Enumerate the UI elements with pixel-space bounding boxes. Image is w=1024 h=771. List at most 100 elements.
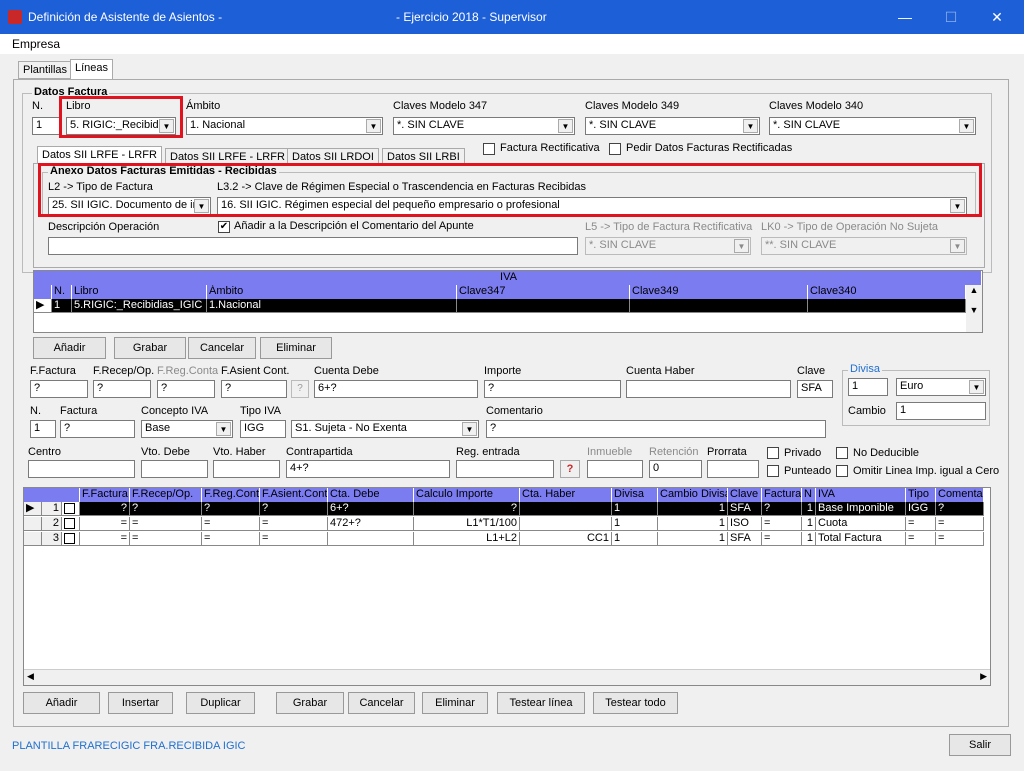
grid-cell[interactable]: ?: [80, 502, 130, 516]
grid-cell[interactable]: [520, 517, 612, 531]
eliminar-button[interactable]: Eliminar: [422, 692, 488, 714]
question-icon[interactable]: ?: [291, 380, 309, 398]
grid-cell[interactable]: 1: [612, 517, 658, 531]
help-icon[interactable]: ?: [560, 460, 580, 478]
grid-cell[interactable]: =: [80, 532, 130, 546]
tab-sii-lrdoi[interactable]: Datos SII LRDOI: [287, 148, 379, 164]
iva-grid-scrollbar[interactable]: ▲ ▼: [966, 285, 982, 332]
concepto-iva-select[interactable]: Base ▼: [141, 420, 233, 438]
lines-grid-hscrollbar[interactable]: ◀ ▶: [24, 669, 990, 685]
tab-sii-lrfe-1[interactable]: Datos SII LRFE - LRFR: [37, 146, 162, 164]
grid-cell[interactable]: ?: [202, 502, 260, 516]
factura-input[interactable]: ?: [60, 420, 135, 438]
row-checkbox[interactable]: [62, 532, 80, 546]
lk0-select[interactable]: **. SIN CLAVE ▼: [761, 237, 967, 255]
n-field[interactable]: 1: [32, 117, 60, 135]
grid-cell[interactable]: =: [260, 517, 328, 531]
grabar-button[interactable]: Grabar: [276, 692, 344, 714]
retencion-input[interactable]: 0: [649, 460, 702, 478]
grid-cell[interactable]: [328, 532, 414, 546]
grid-cell[interactable]: 6+?: [328, 502, 414, 516]
insertar-button[interactable]: Insertar: [108, 692, 173, 714]
tipo-iva-select[interactable]: S1. Sujeta - No Exenta ▼: [291, 420, 479, 438]
grid-cell[interactable]: 1: [658, 502, 728, 516]
vto-debe-input[interactable]: [141, 460, 208, 478]
grid-cell[interactable]: ISO: [728, 517, 762, 531]
grid-cell[interactable]: IGG: [906, 502, 936, 516]
tipo-iva-code-input[interactable]: IGG: [240, 420, 286, 438]
contrapartida-input[interactable]: 4+?: [286, 460, 450, 478]
pedir-datos-checkbox[interactable]: [609, 143, 621, 155]
grid-cell[interactable]: 1: [802, 532, 816, 546]
row-checkbox[interactable]: [62, 502, 80, 516]
close-button[interactable]: ✕: [974, 0, 1020, 34]
reg-entrada-input[interactable]: [456, 460, 554, 478]
grid-cell[interactable]: ?: [936, 502, 984, 516]
grid-cell[interactable]: =: [202, 532, 260, 546]
tab-sii-lrfe-2[interactable]: Datos SII LRFE - LRFR: [165, 148, 290, 164]
cancelar-button[interactable]: Cancelar: [348, 692, 415, 714]
testear-linea-button[interactable]: Testear línea: [497, 692, 585, 714]
fregconta-input[interactable]: ?: [157, 380, 215, 398]
anadir-comentario-checkbox[interactable]: ✔: [218, 221, 230, 233]
iva-anadir-button[interactable]: Añadir: [33, 337, 106, 359]
grid-cell[interactable]: 472+?: [328, 517, 414, 531]
no-deducible-checkbox[interactable]: [836, 447, 848, 459]
cuenta-haber-input[interactable]: [626, 380, 791, 398]
n-row-input[interactable]: 1: [30, 420, 56, 438]
grid-cell[interactable]: =: [936, 517, 984, 531]
fasient-input[interactable]: ?: [221, 380, 287, 398]
inmueble-input[interactable]: [587, 460, 643, 478]
grid-cell[interactable]: =: [202, 517, 260, 531]
vto-haber-input[interactable]: [213, 460, 280, 478]
comentario-input[interactable]: ?: [486, 420, 826, 438]
divisa-number-input[interactable]: 1: [848, 378, 888, 396]
iva-grabar-button[interactable]: Grabar: [114, 337, 186, 359]
grid-cell[interactable]: L1*T1/100: [414, 517, 520, 531]
maximize-button[interactable]: ☐: [928, 0, 974, 34]
minimize-button[interactable]: —: [882, 0, 928, 34]
importe-input[interactable]: ?: [484, 380, 621, 398]
grid-cell[interactable]: =: [936, 532, 984, 546]
grid-cell[interactable]: =: [260, 532, 328, 546]
grid-cell[interactable]: Total Factura: [816, 532, 906, 546]
rectificativa-checkbox[interactable]: [483, 143, 495, 155]
privado-checkbox[interactable]: [767, 447, 779, 459]
frecep-input[interactable]: ?: [93, 380, 151, 398]
iva-eliminar-button[interactable]: Eliminar: [260, 337, 332, 359]
grid-cell[interactable]: SFA: [728, 502, 762, 516]
grid-cell[interactable]: =: [130, 517, 202, 531]
tab-plantillas[interactable]: Plantillas: [18, 61, 73, 79]
cambio-input[interactable]: 1: [896, 402, 986, 420]
grid-cell[interactable]: ?: [414, 502, 520, 516]
omitir-checkbox[interactable]: [836, 465, 848, 477]
grid-cell[interactable]: 1: [658, 517, 728, 531]
grid-cell[interactable]: =: [762, 517, 802, 531]
divisa-select[interactable]: Euro ▼: [896, 378, 986, 396]
c340-select[interactable]: *. SIN CLAVE ▼: [769, 117, 976, 135]
grid-cell[interactable]: 1: [658, 532, 728, 546]
tab-sii-lrbi[interactable]: Datos SII LRBI: [382, 148, 465, 164]
grid-cell[interactable]: L1+L2: [414, 532, 520, 546]
grid-cell[interactable]: [520, 502, 612, 516]
grid-cell[interactable]: 1: [612, 532, 658, 546]
grid-cell[interactable]: =: [130, 532, 202, 546]
grid-cell[interactable]: CC1: [520, 532, 612, 546]
prorrata-input[interactable]: [707, 460, 759, 478]
salir-button[interactable]: Salir: [949, 734, 1011, 756]
grid-cell[interactable]: ?: [260, 502, 328, 516]
ambito-select[interactable]: 1. Nacional ▼: [186, 117, 383, 135]
grid-cell[interactable]: Base Imponible: [816, 502, 906, 516]
grid-cell[interactable]: ?: [762, 502, 802, 516]
tab-lineas[interactable]: Líneas: [70, 59, 114, 80]
grid-cell[interactable]: 1: [612, 502, 658, 516]
menu-empresa[interactable]: Empresa: [12, 37, 60, 51]
clave-input[interactable]: SFA: [797, 380, 833, 398]
grid-cell[interactable]: SFA: [728, 532, 762, 546]
grid-cell[interactable]: =: [762, 532, 802, 546]
grid-cell[interactable]: =: [906, 517, 936, 531]
anadir-button[interactable]: Añadir: [23, 692, 100, 714]
descripcion-input[interactable]: [48, 237, 578, 255]
c349-select[interactable]: *. SIN CLAVE ▼: [585, 117, 760, 135]
duplicar-button[interactable]: Duplicar: [186, 692, 255, 714]
